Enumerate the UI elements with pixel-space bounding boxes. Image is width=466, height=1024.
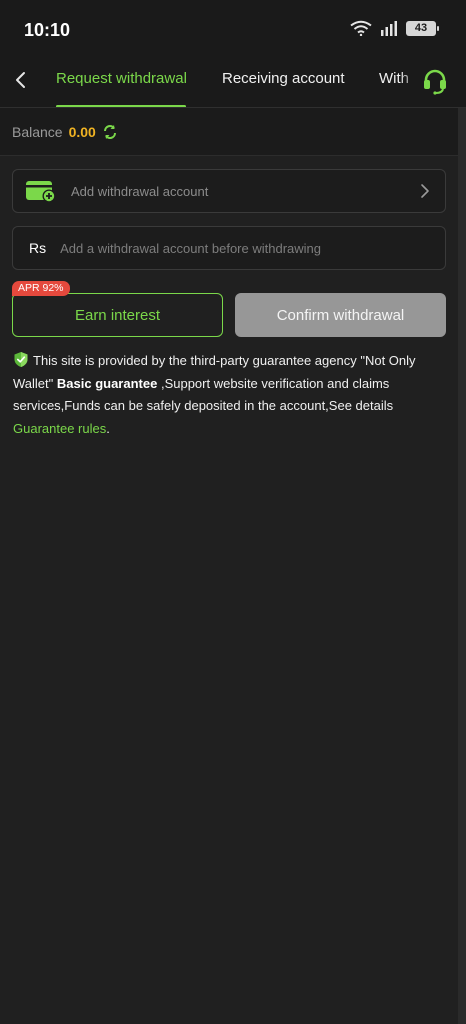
balance-value: 0.00 — [68, 123, 96, 140]
status-bar: 10:10 43 — [0, 0, 466, 58]
withdrawal-amount-field: Rs — [12, 226, 446, 270]
battery-icon: 43 — [406, 20, 439, 36]
add-withdrawal-account-label: Add withdrawal account — [71, 183, 209, 199]
apr-badge: APR 92% — [12, 281, 70, 296]
balance-bar: Balance 0.00 — [0, 108, 458, 156]
guarantee-end: . — [106, 420, 110, 436]
back-arrow-icon[interactable] — [10, 69, 32, 91]
refresh-icon[interactable] — [102, 124, 118, 140]
signal-icon — [381, 21, 397, 36]
top-navigation: Request withdrawal Receiving account Wit… — [0, 58, 466, 108]
scrollbar[interactable] — [458, 108, 466, 1024]
guarantee-rules-link[interactable]: Guarantee rules — [13, 421, 106, 436]
status-icons: 43 — [350, 20, 439, 36]
tab-request-withdrawal[interactable]: Request withdrawal — [56, 70, 187, 87]
balance-label: Balance — [12, 123, 63, 140]
tab-receiving-account[interactable]: Receiving account — [222, 70, 345, 87]
tab-fade — [400, 58, 420, 107]
withdrawal-amount-input[interactable] — [60, 240, 421, 256]
guarantee-bold: Basic guarantee — [56, 375, 158, 391]
guarantee-notice: This site is provided by the third-party… — [13, 350, 443, 440]
battery-level: 43 — [414, 22, 428, 34]
add-withdrawal-account-row[interactable]: Add withdrawal account — [12, 169, 446, 213]
wifi-icon — [350, 20, 372, 36]
currency-symbol: Rs — [29, 240, 47, 256]
earn-interest-button[interactable]: Earn interest — [12, 293, 223, 337]
confirm-withdrawal-button[interactable]: Confirm withdrawal — [235, 293, 446, 337]
headset-icon — [424, 69, 446, 95]
shield-check-icon — [14, 352, 28, 367]
customer-service-button[interactable] — [420, 66, 450, 96]
chevron-right-icon — [421, 184, 429, 198]
wallet-add-icon — [26, 181, 56, 203]
status-time: 10:10 — [24, 20, 71, 40]
